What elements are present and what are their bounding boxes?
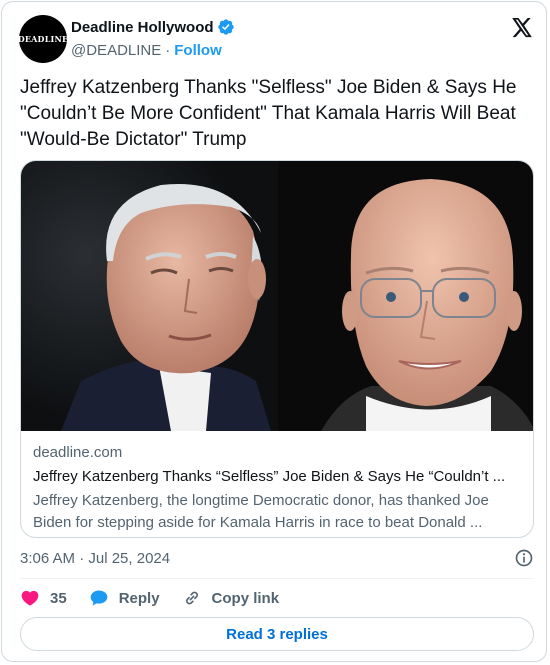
info-icon[interactable] [514,548,534,568]
copy-link-button[interactable]: Copy link [182,588,280,608]
name-row: Deadline Hollywood [71,18,235,36]
link-info: deadline.com Jeffrey Katzenberg Thanks “… [33,443,523,534]
reply-bubble-icon [90,590,108,606]
follow-button[interactable]: Follow [174,42,222,59]
link-domain: deadline.com [33,444,123,461]
read-replies-button[interactable]: Read 3 replies [20,617,534,651]
tweet-text: Jeffrey Katzenberg Thanks "Selfless" Joe… [20,77,517,150]
display-name[interactable]: Deadline Hollywood [71,19,214,36]
separator-dot: · [165,42,171,59]
x-logo-icon[interactable] [511,18,533,38]
verified-badge-icon [217,19,234,35]
link-title: Jeffrey Katzenberg Thanks “Selfless” Joe… [33,468,506,485]
like-button[interactable]: 35 [20,588,67,608]
like-count: 35 [50,589,67,607]
link-description: Jeffrey Katzenberg, the longtime Democra… [33,492,489,531]
action-bar: 35 Reply Copy link [20,587,301,609]
link-card[interactable]: deadline.com Jeffrey Katzenberg Thanks “… [20,160,534,538]
handle[interactable]: @DEADLINE [71,42,161,59]
link-icon [185,591,198,605]
reply-button[interactable]: Reply [89,588,160,608]
reply-label: Reply [118,589,160,607]
handle-row: @DEADLINE · Follow [71,42,222,59]
meta-row: 3:06 AM · Jul 25, 2024 [20,548,534,568]
tweet-card[interactable]: DEADLINE Deadline Hollywood @DEADLINE · … [1,1,547,662]
avatar[interactable]: DEADLINE [17,15,69,63]
divider [20,578,534,579]
copy-link-label: Copy link [211,589,280,607]
timestamp[interactable]: 3:06 AM · Jul 25, 2024 [20,550,170,567]
avatar-logo-text: DEADLINE [17,34,69,44]
heart-icon [21,590,39,606]
article-photo [21,161,533,431]
